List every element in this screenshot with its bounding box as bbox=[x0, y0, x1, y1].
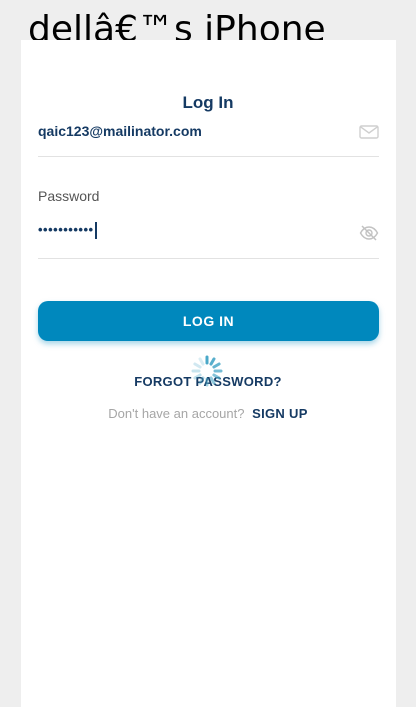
spinner-icon bbox=[189, 353, 225, 394]
signup-link[interactable]: SIGN UP bbox=[252, 406, 308, 421]
email-field[interactable]: qaic123@mailinator.com bbox=[38, 123, 202, 139]
signup-row: Don't have an account? SIGN UP bbox=[0, 406, 416, 421]
mail-icon bbox=[359, 125, 379, 144]
password-divider bbox=[38, 258, 379, 259]
password-label: Password bbox=[38, 188, 100, 204]
eye-off-icon[interactable] bbox=[359, 224, 379, 247]
password-mask: ••••••••••• bbox=[38, 222, 94, 237]
email-divider bbox=[38, 156, 379, 157]
text-caret bbox=[94, 222, 97, 240]
login-button[interactable]: LOG IN bbox=[38, 301, 379, 341]
password-field[interactable]: ••••••••••• bbox=[38, 222, 97, 240]
page-title: Log In bbox=[182, 93, 234, 112]
signup-prompt: Don't have an account? bbox=[108, 406, 245, 421]
